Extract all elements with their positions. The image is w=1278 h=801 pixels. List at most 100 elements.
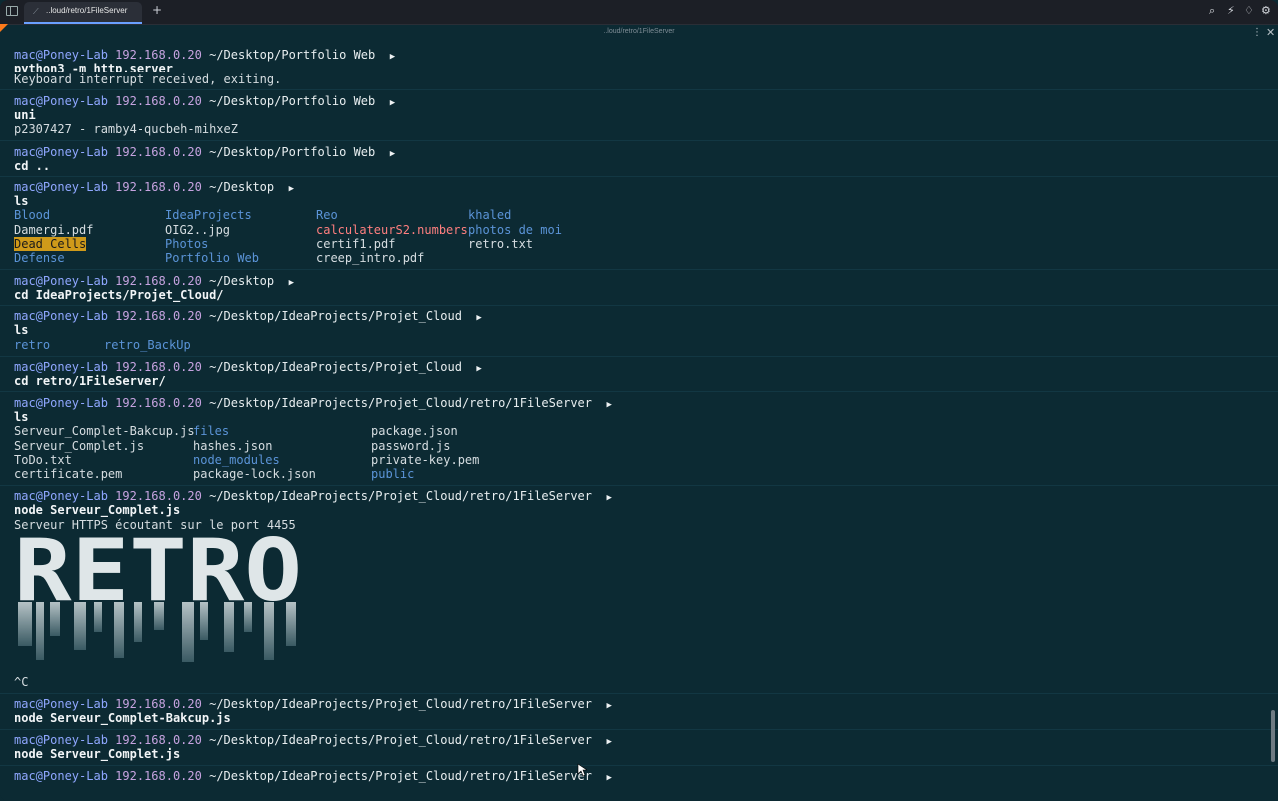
output-line: ^C — [14, 675, 29, 689]
command-line: node Serveur_Complet.js — [14, 747, 181, 761]
close-pane-icon[interactable]: ✕ — [1266, 26, 1275, 39]
prompt-ip: 192.168.0.20 — [115, 697, 202, 711]
ls-entry: package.json — [371, 424, 458, 438]
ls-entry: certif1.pdf — [316, 237, 396, 251]
command-line: uni — [14, 108, 36, 122]
prompt-arrow-icon: ▶ — [476, 364, 482, 374]
ls-entry: Photos — [165, 237, 209, 251]
prompt-arrow-icon: ▶ — [389, 98, 396, 108]
prompt-path: ~/Desktop/Portfolio Web — [209, 145, 376, 159]
prompt-ip: 192.168.0.20 — [115, 274, 202, 288]
prompt-line: mac@Poney-Lab 192.168.0.20 ~/Desktop ▶ — [14, 180, 294, 196]
separator — [0, 693, 1278, 694]
ls-entry: Reo — [316, 208, 338, 222]
command-line: ls — [14, 323, 29, 337]
ls-entry: khaled — [468, 208, 512, 222]
command-line: ls — [14, 410, 29, 424]
prompt-arrow-icon: ▶ — [606, 701, 612, 711]
separator — [0, 305, 1278, 306]
prompt-line: mac@Poney-Lab 192.168.0.20 ~/Desktop/Ide… — [14, 396, 612, 412]
prompt-ip: 192.168.0.20 — [115, 733, 202, 747]
tab-label: ..loud/retro/1FileServer — [46, 6, 128, 15]
prompt-line: mac@Poney-Lab 192.168.0.20 ~/Desktop/Por… — [14, 145, 395, 161]
ls-entry: IdeaProjects — [165, 208, 252, 222]
prompt-ip: 192.168.0.20 — [115, 48, 202, 62]
ls-entry: creep_intro.pdf — [316, 251, 425, 265]
active-prompt-line[interactable]: mac@Poney-Lab 192.168.0.20 ~/Desktop/Ide… — [14, 769, 612, 785]
prompt-arrow-icon: ▶ — [606, 773, 612, 783]
ls-entry: private-key.pem — [371, 453, 480, 467]
prompt-user: mac@Poney-Lab — [14, 274, 108, 288]
separator — [0, 765, 1278, 766]
command-line: cd IdeaProjects/Projet_Cloud/ — [14, 288, 224, 302]
prompt-user: mac@Poney-Lab — [14, 697, 108, 711]
ls-entry-highlighted: Dead Cells — [14, 237, 87, 251]
ls-entry: Damergi.pdf — [14, 223, 94, 237]
prompt-user: mac@Poney-Lab — [14, 769, 108, 783]
ls-entry: certificate.pem — [14, 467, 123, 481]
output-line: Keyboard interrupt received, exiting. — [14, 72, 282, 86]
command-line: ls — [14, 194, 29, 208]
prompt-ip: 192.168.0.20 — [115, 769, 202, 783]
ls-entry: hashes.json — [193, 439, 273, 453]
settings-gear-icon[interactable]: ⚙ — [1261, 4, 1271, 17]
prompt-user: mac@Poney-Lab — [14, 180, 108, 194]
prompt-ip: 192.168.0.20 — [115, 489, 202, 503]
prompt-path: ~/Desktop/IdeaProjects/Projet_Cloud/retr… — [209, 733, 592, 747]
prompt-path: ~/Desktop/IdeaProjects/Projet_Cloud — [209, 309, 462, 323]
ls-entry: Portfolio Web — [165, 251, 259, 265]
command-line: node Serveur_Complet-Bakcup.js — [14, 711, 231, 725]
prompt-arrow-icon: ▶ — [389, 52, 396, 62]
separator — [0, 89, 1278, 90]
prompt-ip: 192.168.0.20 — [115, 145, 202, 159]
prompt-user: mac@Poney-Lab — [14, 94, 108, 108]
separator — [0, 269, 1278, 270]
separator — [0, 391, 1278, 392]
ls-entry: password.js — [371, 439, 451, 453]
prompt-ip: 192.168.0.20 — [115, 396, 202, 410]
prompt-path: ~/Desktop/Portfolio Web — [209, 94, 376, 108]
tab-bar: ⟋ ..loud/retro/1FileServer + ⌕ ⚡ ♢ ⚙ — [0, 0, 1278, 25]
separator — [0, 140, 1278, 141]
command-line: cd retro/1FileServer/ — [14, 374, 166, 388]
separator — [0, 176, 1278, 177]
search-icon[interactable]: ⌕ — [1209, 4, 1215, 18]
sidebar-toggle-icon[interactable] — [6, 6, 18, 16]
prompt-path: ~/Desktop — [209, 180, 275, 194]
terminal-icon: ⟋ — [33, 7, 39, 16]
prompt-user: mac@Poney-Lab — [14, 396, 108, 410]
terminal-window: ⟋ ..loud/retro/1FileServer + ⌕ ⚡ ♢ ⚙ ..l… — [0, 0, 1278, 801]
tab-active[interactable]: ⟋ ..loud/retro/1FileServer — [24, 2, 142, 24]
prompt-path: ~/Desktop/IdeaProjects/Projet_Cloud/retr… — [209, 489, 592, 503]
lightning-icon[interactable]: ⚡ — [1227, 4, 1235, 17]
ls-entry: public — [371, 467, 415, 481]
retro-ascii-art: RETRO — [14, 530, 302, 662]
prompt-arrow-icon: ▶ — [606, 737, 612, 747]
command-line: python3 -m http.server — [14, 62, 173, 72]
ls-entry: Serveur_Complet-Bakcup.js — [14, 424, 195, 438]
ls-entry: package-lock.json — [193, 467, 316, 481]
ls-entry: calculateurS2.numbers — [316, 223, 468, 237]
ls-entry: Serveur_Complet.js — [14, 439, 145, 453]
prompt-ip: 192.168.0.20 — [115, 180, 202, 194]
prompt-ip: 192.168.0.20 — [115, 94, 202, 108]
prompt-arrow-icon: ▶ — [606, 400, 612, 410]
prompt-user: mac@Poney-Lab — [14, 309, 108, 323]
prompt-arrow-icon: ▶ — [288, 184, 294, 194]
prompt-path: ~/Desktop/Portfolio Web — [209, 48, 376, 62]
prompt-user: mac@Poney-Lab — [14, 360, 108, 374]
lightbulb-icon[interactable]: ♢ — [1244, 4, 1254, 17]
scrollbar[interactable] — [1271, 710, 1275, 762]
prompt-arrow-icon: ▶ — [389, 149, 396, 159]
more-options-icon[interactable]: ⋮ — [1252, 27, 1262, 38]
separator — [0, 729, 1278, 730]
prompt-path: ~/Desktop/IdeaProjects/Projet_Cloud — [209, 360, 462, 374]
ls-entry: photos de moi — [468, 223, 562, 237]
prompt-line: mac@Poney-Lab 192.168.0.20 ~/Desktop/Por… — [14, 94, 395, 110]
prompt-user: mac@Poney-Lab — [14, 48, 108, 62]
ls-entry: node_modules — [193, 453, 280, 467]
prompt-path: ~/Desktop/IdeaProjects/Projet_Cloud/retr… — [209, 396, 592, 410]
new-tab-button[interactable]: + — [152, 3, 162, 17]
ls-entry: Defense — [14, 251, 65, 265]
pane-title: ..loud/retro/1FileServer — [603, 28, 675, 35]
